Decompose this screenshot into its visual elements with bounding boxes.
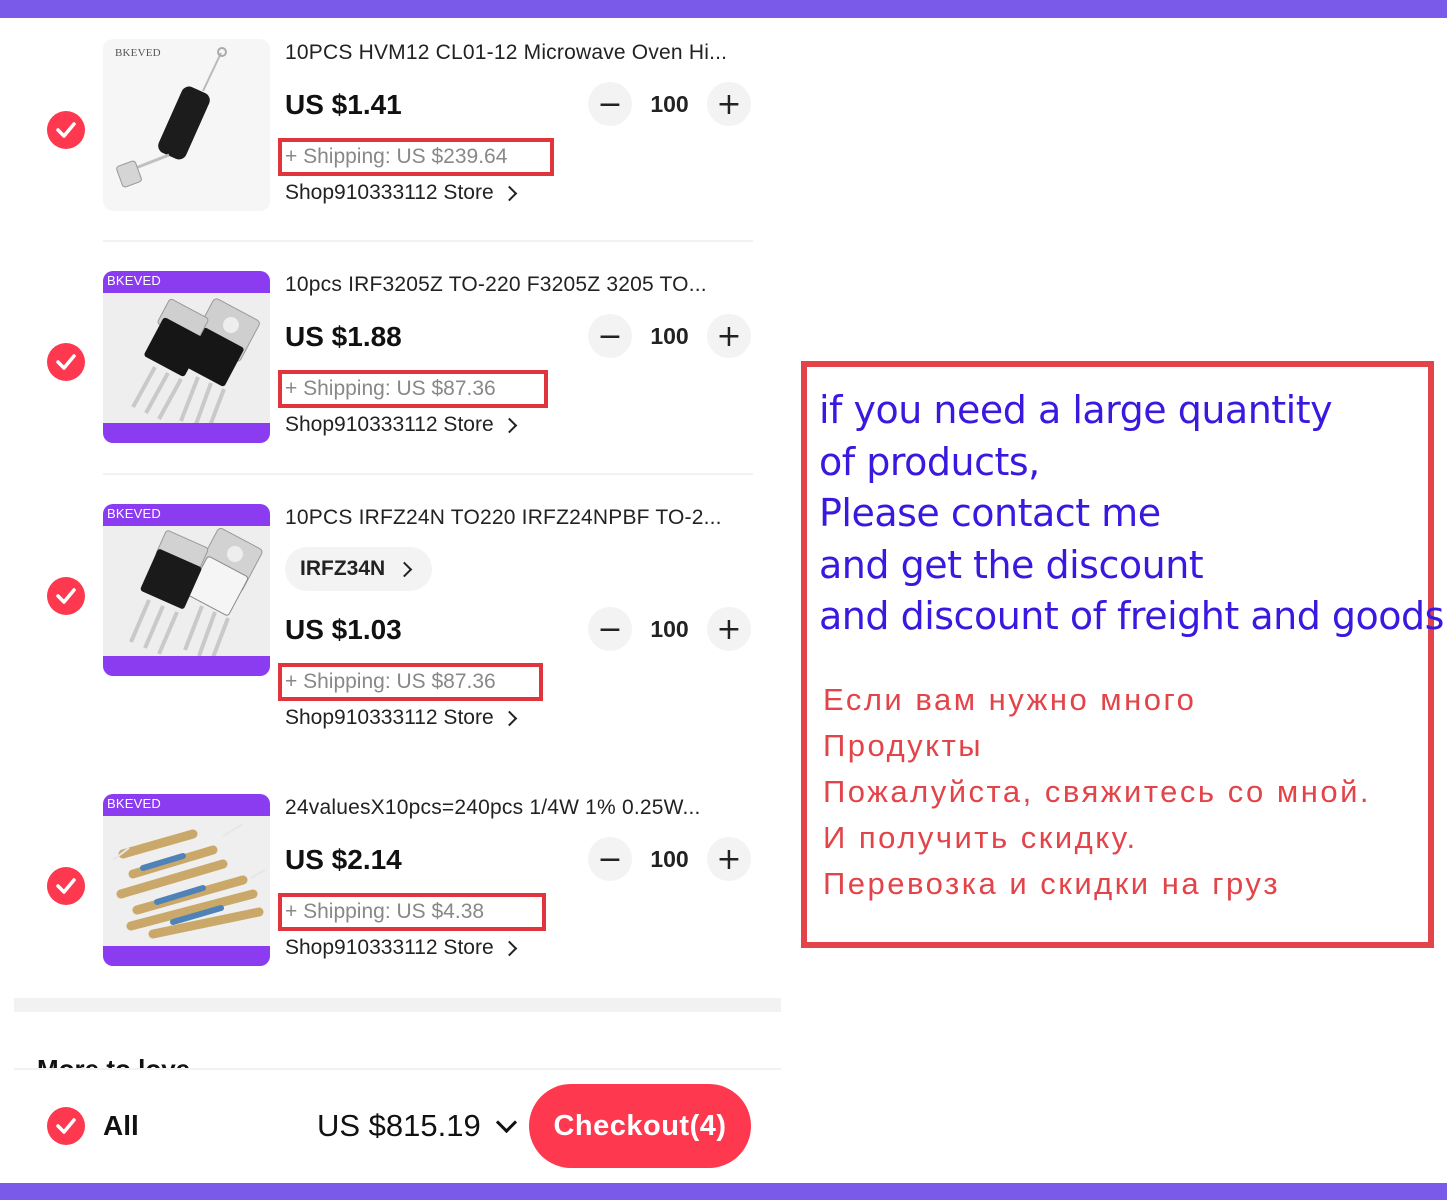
bottom-frame-bar	[0, 1183, 1447, 1200]
check-icon	[56, 122, 76, 138]
product-price: US $1.03	[285, 614, 402, 645]
check-icon	[56, 354, 76, 370]
decrease-quantity-button[interactable]: −	[588, 82, 632, 126]
quantity-stepper: − 100 +	[588, 607, 751, 651]
notice-line-ru: И получить скидку.	[823, 820, 1138, 855]
increase-quantity-button[interactable]: +	[707, 82, 751, 126]
store-name: Shop910333112 Store	[285, 181, 494, 204]
quantity-value[interactable]: 100	[632, 846, 707, 873]
quantity-stepper: − 100 +	[588, 837, 751, 881]
store-link[interactable]: Shop910333112 Store	[285, 936, 517, 960]
notice-line-ru: Продукты	[823, 728, 984, 763]
chevron-right-icon	[501, 417, 517, 433]
footer-banner-fill	[103, 946, 270, 966]
transistor-image	[103, 271, 270, 443]
diode-image	[116, 47, 227, 188]
decrease-quantity-button[interactable]: −	[588, 314, 632, 358]
variant-selector[interactable]: IRFZ34N	[285, 547, 433, 591]
english-notice: if you need a large quantity of products…	[819, 385, 1447, 643]
notice-line-ru: Перевозка и скидки на груз	[823, 866, 1281, 901]
notice-line-en: Please contact me	[819, 491, 1161, 535]
decrease-quantity-button[interactable]: −	[588, 607, 632, 651]
store-name: Shop910333112 Store	[285, 413, 494, 436]
increase-quantity-button[interactable]: +	[707, 837, 751, 881]
shipping-highlight: + Shipping: US $87.36	[278, 663, 543, 701]
chevron-right-icon	[501, 940, 517, 956]
chevron-right-icon	[396, 561, 413, 577]
product-price: US $1.41	[285, 89, 402, 120]
item-checkbox[interactable]	[47, 577, 85, 615]
footer-banner-fill	[103, 423, 270, 443]
thumbnail-brand: BKEVED	[107, 796, 161, 811]
item-divider	[103, 240, 753, 242]
store-name: Shop910333112 Store	[285, 936, 494, 959]
variant-label: IRFZ34N	[300, 557, 386, 580]
more-to-love-heading: More to love	[37, 1054, 190, 1068]
item-checkbox[interactable]	[47, 867, 85, 905]
notice-line-en: of products,	[819, 439, 1040, 484]
shipping-cost: + Shipping: US $87.36	[285, 670, 496, 693]
notice-line-en: if you need a large quantity	[819, 388, 1333, 432]
product-title[interactable]: 10PCS HVM12 CL01-12 Microwave Oven Hi...	[285, 41, 727, 65]
product-thumbnail[interactable]: BKEVED	[103, 271, 270, 443]
top-frame-bar	[0, 0, 1447, 18]
store-link[interactable]: Shop910333112 Store	[285, 181, 517, 205]
select-all-checkbox[interactable]	[47, 1107, 85, 1145]
shipping-cost: + Shipping: US $239.64	[285, 145, 508, 168]
product-title[interactable]: 24valuesX10pcs=240pcs 1/4W 1% 0.25W...	[285, 796, 701, 820]
quantity-value[interactable]: 100	[632, 616, 707, 643]
decrease-quantity-button[interactable]: −	[588, 837, 632, 881]
store-name: Shop910333112 Store	[285, 706, 494, 729]
product-title[interactable]: 10pcs IRF3205Z TO-220 F3205Z 3205 TO...	[285, 273, 707, 297]
shipping-highlight: + Shipping: US $239.64	[278, 138, 554, 176]
thumbnail-brand: BKEVED	[107, 273, 161, 288]
product-thumbnail[interactable]: BKEVED	[103, 794, 270, 966]
quantity-value[interactable]: 100	[632, 91, 707, 118]
check-icon	[56, 1118, 76, 1134]
quantity-stepper: − 100 +	[588, 314, 751, 358]
chevron-right-icon	[501, 710, 517, 726]
item-checkbox[interactable]	[47, 343, 85, 381]
store-link[interactable]: Shop910333112 Store	[285, 413, 517, 437]
russian-notice: Если вам нужно много Продукты Пожалуйста…	[823, 677, 1371, 907]
checkout-bar: All US $815.19 Checkout(4)	[14, 1068, 781, 1185]
quantity-stepper: − 100 +	[588, 82, 751, 126]
notice-line-ru: Если вам нужно много	[823, 682, 1197, 717]
item-checkbox[interactable]	[47, 111, 85, 149]
resistor-kit-image	[103, 794, 270, 966]
shipping-cost: + Shipping: US $4.38	[285, 900, 485, 923]
item-divider	[103, 473, 753, 475]
chevron-down-icon	[495, 1111, 517, 1133]
total-price: US $815.19	[317, 1108, 481, 1143]
shipping-cost: + Shipping: US $87.36	[285, 377, 496, 400]
notice-line-ru: Пожалуйста, свяжитесь со мной.	[823, 774, 1371, 809]
notice-line-en: and discount of freight and goods,	[819, 594, 1447, 638]
footer-banner-fill	[103, 656, 270, 676]
product-thumbnail[interactable]: BKEVED	[103, 504, 270, 676]
select-all-label[interactable]: All	[103, 1110, 139, 1142]
check-icon	[56, 588, 76, 604]
shipping-highlight: + Shipping: US $87.36	[278, 370, 548, 408]
section-separator	[14, 998, 781, 1012]
product-price: US $2.14	[285, 844, 402, 875]
product-price: US $1.88	[285, 321, 402, 352]
bulk-discount-notice: if you need a large quantity of products…	[801, 361, 1447, 948]
total-price-toggle[interactable]: US $815.19	[317, 1108, 517, 1144]
notice-line-en: and get the discount	[819, 542, 1204, 587]
checkout-button[interactable]: Checkout(4)	[529, 1084, 751, 1168]
product-title[interactable]: 10PCS IRFZ24N TO220 IRFZ24NPBF TO-2...	[285, 506, 722, 530]
increase-quantity-button[interactable]: +	[707, 607, 751, 651]
store-link[interactable]: Shop910333112 Store	[285, 706, 517, 730]
shipping-highlight: + Shipping: US $4.38	[278, 893, 546, 931]
product-thumbnail[interactable]: BKEVED	[103, 39, 270, 211]
transistor-image	[103, 504, 270, 676]
quantity-value[interactable]: 100	[632, 323, 707, 350]
chevron-right-icon	[501, 185, 517, 201]
check-icon	[56, 878, 76, 894]
cart-panel: BKEVED 10PCS HVM12 CL01-12 Microwave Ove…	[14, 18, 781, 1185]
thumbnail-brand: BKEVED	[107, 506, 161, 521]
increase-quantity-button[interactable]: +	[707, 314, 751, 358]
